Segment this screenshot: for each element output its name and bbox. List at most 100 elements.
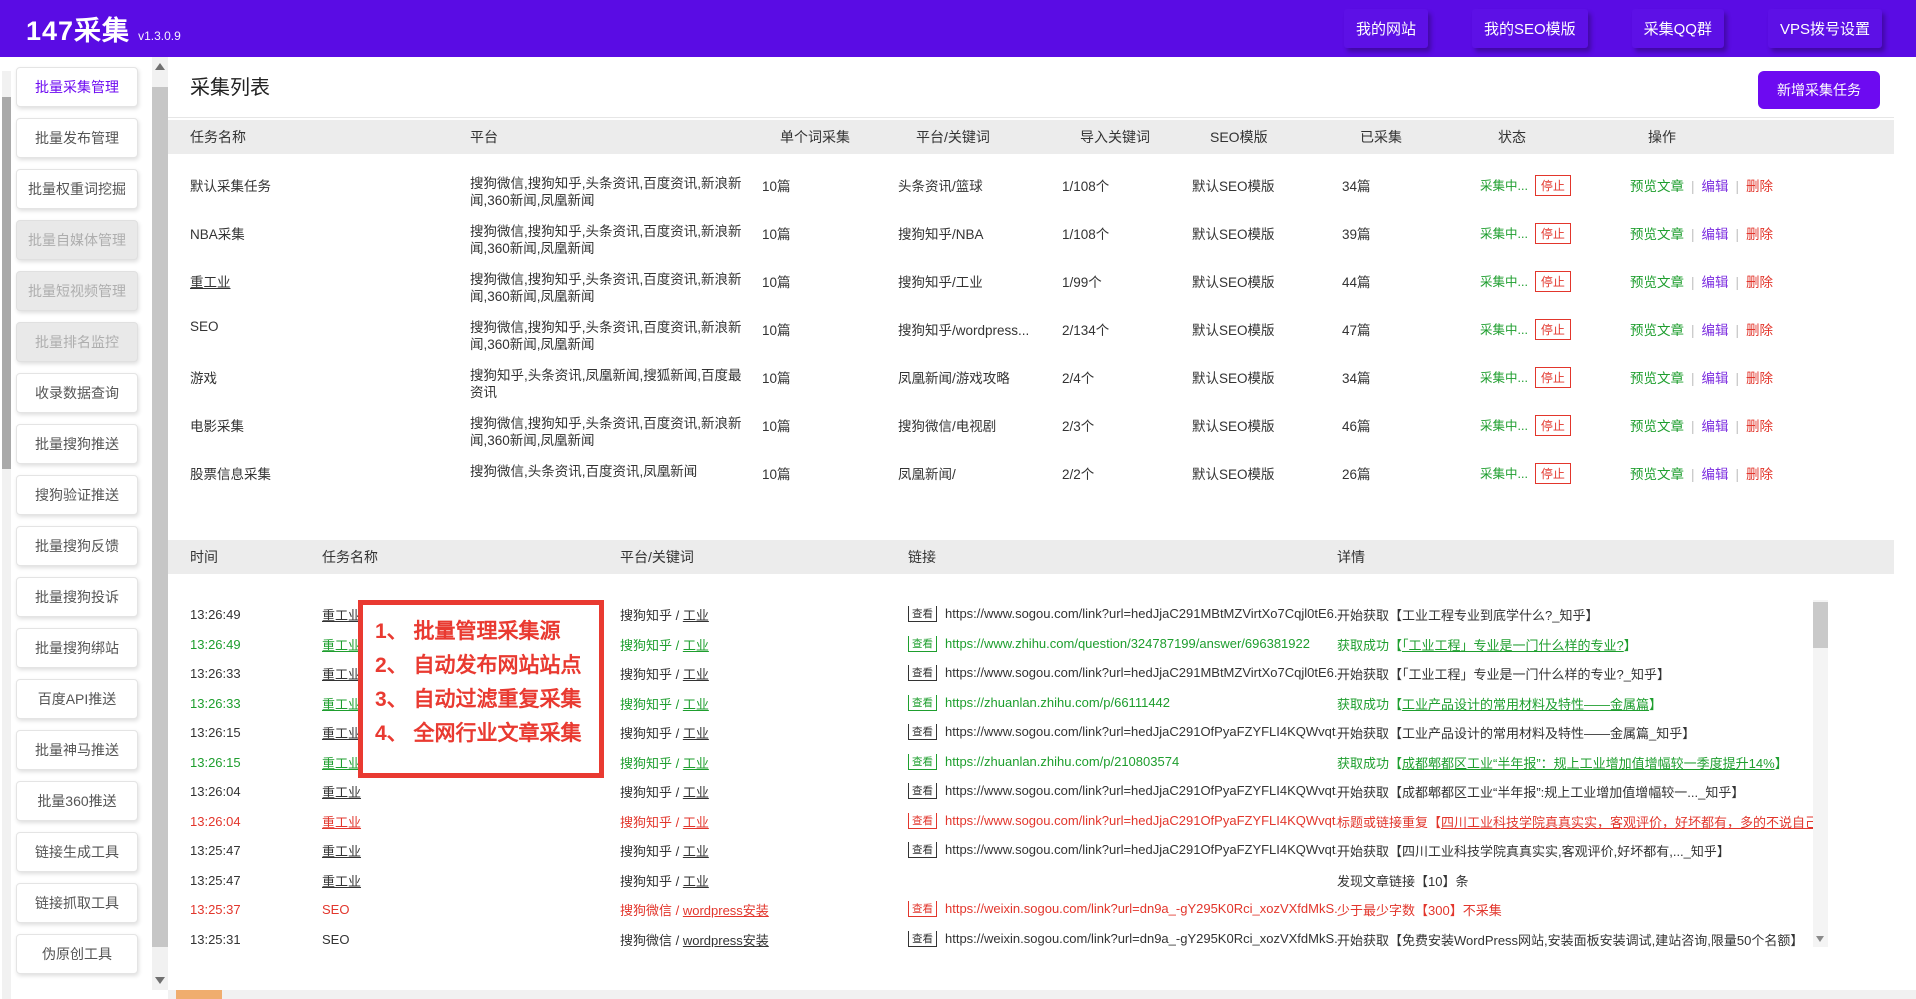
log-detail-link[interactable]: 成都郫都区工业“半年报”：规上工业增加值增幅较一季度提升14%	[1402, 756, 1775, 771]
delete-link[interactable]: 删除	[1746, 419, 1773, 434]
view-button[interactable]: 查看	[908, 901, 937, 917]
log-task-name[interactable]: 重工业	[322, 756, 361, 771]
log-keyword[interactable]: 工业	[683, 815, 709, 830]
log-task-name[interactable]: 重工业	[322, 638, 361, 653]
log-url[interactable]: https://www.sogou.com/link?url=hedJjaC29…	[945, 842, 1337, 857]
top-nav-item-1[interactable]: 我的SEO模版	[1472, 9, 1588, 48]
stop-button[interactable]: 停止	[1535, 367, 1571, 388]
scroll-up-icon[interactable]	[155, 63, 165, 70]
stop-button[interactable]: 停止	[1535, 463, 1571, 484]
preview-article-link[interactable]: 预览文章	[1630, 179, 1684, 194]
task-name-cell[interactable]: 重工业	[190, 263, 470, 291]
log-keyword[interactable]: 工业	[683, 844, 709, 859]
delete-link[interactable]: 删除	[1746, 323, 1773, 338]
log-url[interactable]: https://weixin.sogou.com/link?url=dn9a_-…	[945, 901, 1337, 916]
log-scroll-down-icon[interactable]	[1816, 936, 1824, 942]
main-scrollbar-thumb[interactable]	[152, 87, 168, 947]
log-task-name[interactable]: 重工业	[322, 726, 361, 741]
log-url[interactable]: https://www.sogou.com/link?url=hedJjaC29…	[945, 783, 1337, 798]
log-detail-link[interactable]: 「工业工程」专业是一门什么样的专业?	[1402, 638, 1624, 653]
log-url[interactable]: https://zhuanlan.zhihu.com/p/210803574	[945, 754, 1179, 769]
delete-link[interactable]: 删除	[1746, 467, 1773, 482]
log-keyword[interactable]: 工业	[683, 726, 709, 741]
edit-link[interactable]: 编辑	[1702, 179, 1729, 194]
log-keyword[interactable]: 工业	[683, 874, 709, 889]
stop-button[interactable]: 停止	[1535, 415, 1571, 436]
scroll-down-icon[interactable]	[155, 977, 165, 984]
log-url[interactable]: https://www.zhihu.com/question/324787199…	[945, 636, 1310, 651]
sidebar-item-13[interactable]: 批量神马推送	[16, 730, 138, 770]
preview-article-link[interactable]: 预览文章	[1630, 419, 1684, 434]
log-url[interactable]: https://weixin.sogou.com/link?url=dn9a_-…	[945, 931, 1337, 946]
view-button[interactable]: 查看	[908, 724, 937, 740]
task-name[interactable]: 重工业	[190, 275, 231, 290]
log-url[interactable]: https://www.sogou.com/link?url=hedJjaC29…	[945, 606, 1337, 621]
log-keyword[interactable]: 工业	[683, 608, 709, 623]
log-task-name[interactable]: 重工业	[322, 874, 361, 889]
add-task-button[interactable]: 新增采集任务	[1758, 71, 1880, 109]
log-task-name[interactable]: 重工业	[322, 667, 361, 682]
sidebar-item-14[interactable]: 批量360推送	[16, 781, 138, 821]
log-task-name[interactable]: SEO	[322, 902, 349, 917]
log-keyword[interactable]: 工业	[683, 785, 709, 800]
log-url[interactable]: https://www.sogou.com/link?url=hedJjaC29…	[945, 724, 1337, 739]
log-keyword[interactable]: wordpress安装	[683, 933, 769, 947]
delete-link[interactable]: 删除	[1746, 371, 1773, 386]
sidebar-item-7[interactable]: 批量搜狗推送	[16, 424, 138, 464]
stop-button[interactable]: 停止	[1535, 319, 1571, 340]
stop-button[interactable]: 停止	[1535, 223, 1571, 244]
log-keyword[interactable]: 工业	[683, 756, 709, 771]
preview-article-link[interactable]: 预览文章	[1630, 467, 1684, 482]
top-nav-item-3[interactable]: VPS拨号设置	[1768, 9, 1882, 48]
horizontal-scrollbar-thumb[interactable]	[176, 990, 222, 999]
preview-article-link[interactable]: 预览文章	[1630, 371, 1684, 386]
view-button[interactable]: 查看	[908, 842, 937, 858]
view-button[interactable]: 查看	[908, 636, 937, 652]
sidebar-item-8[interactable]: 搜狗验证推送	[16, 475, 138, 515]
log-url[interactable]: https://www.sogou.com/link?url=hedJjaC29…	[945, 665, 1337, 680]
log-task-name[interactable]: 重工业	[322, 697, 361, 712]
sidebar-item-6[interactable]: 收录数据查询	[16, 373, 138, 413]
main-scrollbar[interactable]	[152, 57, 168, 990]
log-task-name[interactable]: SEO	[322, 932, 349, 947]
view-button[interactable]: 查看	[908, 813, 937, 829]
top-nav-item-0[interactable]: 我的网站	[1344, 9, 1428, 48]
log-task-name[interactable]: 重工业	[322, 844, 361, 859]
sidebar-item-9[interactable]: 批量搜狗反馈	[16, 526, 138, 566]
sidebar-scrollbar[interactable]	[2, 71, 11, 999]
sidebar-item-1[interactable]: 批量发布管理	[16, 118, 138, 158]
delete-link[interactable]: 删除	[1746, 179, 1773, 194]
preview-article-link[interactable]: 预览文章	[1630, 227, 1684, 242]
top-nav-item-2[interactable]: 采集QQ群	[1632, 9, 1724, 48]
sidebar-item-11[interactable]: 批量搜狗绑站	[16, 628, 138, 668]
stop-button[interactable]: 停止	[1535, 271, 1571, 292]
stop-button[interactable]: 停止	[1535, 175, 1571, 196]
log-task-name[interactable]: 重工业	[322, 785, 361, 800]
log-keyword[interactable]: wordpress安装	[683, 903, 769, 918]
horizontal-scrollbar[interactable]	[168, 990, 1916, 999]
view-button[interactable]: 查看	[908, 931, 937, 947]
view-button[interactable]: 查看	[908, 606, 937, 622]
sidebar-item-10[interactable]: 批量搜狗投诉	[16, 577, 138, 617]
log-detail-link[interactable]: 四川工业科技学院真真实实，客观评价，好坏都有，多的不说自己看。	[1441, 815, 1813, 830]
log-task-name[interactable]: 重工业	[322, 608, 361, 623]
preview-article-link[interactable]: 预览文章	[1630, 275, 1684, 290]
edit-link[interactable]: 编辑	[1702, 419, 1729, 434]
edit-link[interactable]: 编辑	[1702, 371, 1729, 386]
preview-article-link[interactable]: 预览文章	[1630, 323, 1684, 338]
log-scrollbar[interactable]	[1813, 600, 1828, 947]
log-task-name[interactable]: 重工业	[322, 815, 361, 830]
sidebar-item-17[interactable]: 伪原创工具	[16, 934, 138, 974]
view-button[interactable]: 查看	[908, 754, 937, 770]
log-scrollbar-thumb[interactable]	[1813, 602, 1828, 648]
sidebar-item-16[interactable]: 链接抓取工具	[16, 883, 138, 923]
sidebar-item-15[interactable]: 链接生成工具	[16, 832, 138, 872]
log-url[interactable]: https://www.sogou.com/link?url=hedJjaC29…	[945, 813, 1337, 828]
sidebar-item-0[interactable]: 批量采集管理	[16, 67, 138, 107]
edit-link[interactable]: 编辑	[1702, 227, 1729, 242]
sidebar-item-2[interactable]: 批量权重词挖掘	[16, 169, 138, 209]
view-button[interactable]: 查看	[908, 665, 937, 681]
view-button[interactable]: 查看	[908, 783, 937, 799]
sidebar-scrollbar-thumb[interactable]	[2, 97, 11, 469]
log-keyword[interactable]: 工业	[683, 638, 709, 653]
